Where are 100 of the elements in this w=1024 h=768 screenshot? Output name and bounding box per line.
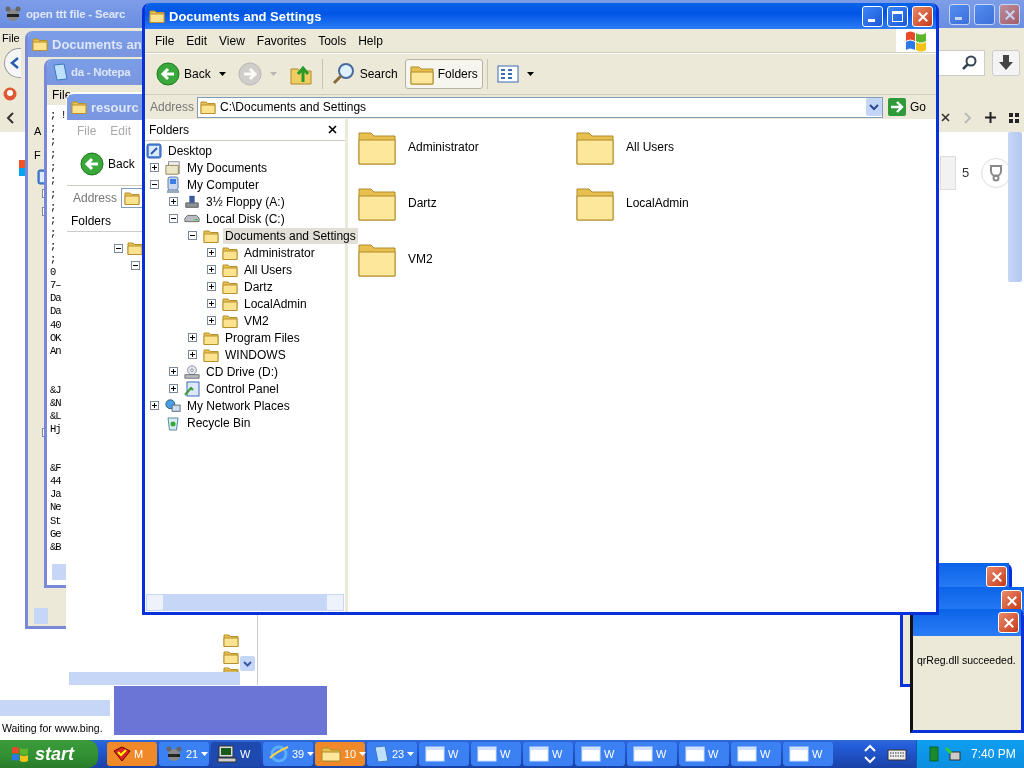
text-line: ; [50,253,56,267]
window-title: Documents an [52,36,142,52]
tree-item[interactable]: My Network Places [185,397,292,414]
folder-icon [222,262,238,277]
vertical-scrollbar[interactable] [1008,132,1022,282]
grid-icon [1009,113,1019,123]
text-line: St [50,514,61,528]
start-button[interactable]: start [0,740,98,768]
text-line: &J [50,383,61,397]
back-icon [156,62,180,86]
text-line: An [50,344,61,358]
search-button[interactable]: Search [326,58,403,90]
pane-title: Folders [149,122,189,137]
address-label: Address [150,100,195,114]
tree-item[interactable]: WINDOWS [223,346,288,363]
text-line: ; [50,239,56,254]
folders-button[interactable]: Folders [404,59,483,89]
tree-item[interactable]: Administrator [242,244,317,261]
address-field[interactable]: C:\Documents and Settings [197,96,883,118]
status-text: Waiting for www.bing. [2,722,103,734]
menu-item[interactable]: View [213,29,251,52]
text-line: 44 [50,475,61,489]
tree-item[interactable]: Control Panel [204,380,281,397]
scroll-down-button[interactable] [240,656,255,671]
folder-item[interactable]: LocalAdmin [624,195,691,211]
taskbar-button[interactable]: W [523,742,573,766]
duck-icon [3,87,17,101]
text-line: ; ! [50,109,66,123]
taskbar-button[interactable]: W [471,742,521,766]
horizontal-scrollbar[interactable] [146,594,344,611]
menu-item[interactable]: File [2,32,20,44]
taskbar-button[interactable]: W [783,742,833,766]
taskbar-button[interactable]: W [575,742,625,766]
minimize-button[interactable] [862,5,883,27]
folder-item[interactable]: All Users [624,139,676,155]
logo-icon [19,160,25,176]
tree-item[interactable]: Recycle Bin [185,414,253,431]
new-tab-button[interactable] [985,112,996,123]
folder-item[interactable]: Dartz [406,195,439,211]
cd-drive-icon [184,363,200,380]
maximize-button[interactable] [887,5,908,27]
chevron-down-icon [243,660,252,667]
caret-icon [526,72,534,76]
chevron-left-icon [6,112,14,124]
recycle-bin-icon [165,414,181,431]
horizontal-scrollbar[interactable] [0,700,110,716]
menu-item[interactable]: Tools [312,29,353,52]
taskbar-button[interactable]: 23 [367,742,417,766]
text-line: &F [50,462,61,476]
tree-item[interactable]: Program Files [223,329,302,346]
menu-item[interactable]: Help [352,29,389,52]
menu-item[interactable]: Edit [180,29,214,52]
taskbar-button[interactable]: 21 [159,742,209,766]
go-arrow-icon [888,98,906,116]
tree-item[interactable]: Dartz [242,278,275,295]
horizontal-scrollbar[interactable] [69,672,240,685]
taskbar-button[interactable]: 39 [263,742,313,766]
text-line: Da [50,292,61,306]
folder-item[interactable]: VM2 [406,251,435,267]
trophy-button[interactable] [981,158,1011,188]
card-background [940,156,956,190]
tree-item[interactable]: VM2 [242,312,271,329]
folder-icon [127,241,143,255]
folder-item[interactable]: Administrator [406,139,481,155]
drive-icon [184,193,200,210]
tree-item[interactable]: My Computer [185,176,262,193]
back-button[interactable]: Back [151,58,231,90]
taskbar-button[interactable]: W [419,742,469,766]
documents-icon [165,159,181,176]
tree-item[interactable]: 3½ Floppy (A:) [204,193,287,210]
back-icon [80,152,104,176]
close-button[interactable] [326,123,339,136]
menu-item[interactable]: Favorites [250,29,313,52]
menu-item[interactable]: File [149,29,181,52]
windows-logo [10,745,30,763]
network-icon [165,397,181,414]
tree-item[interactable]: CD Drive (D:) [204,363,280,380]
taskbar-button[interactable]: W [679,742,729,766]
back-button[interactable] [4,48,21,78]
window-icon [633,746,653,762]
go-button[interactable]: Go [886,98,936,116]
tree-item[interactable]: LocalAdmin [242,295,309,312]
tree-item[interactable]: My Documents [185,159,270,176]
folder-icon [223,633,239,647]
tree-item[interactable]: Documents and Settings [223,227,358,244]
tree-item[interactable]: All Users [242,261,294,278]
tree-item[interactable]: Desktop [166,142,215,159]
download-button[interactable] [992,50,1020,76]
caret-icon [359,752,367,756]
taskbar-button[interactable]: W [211,742,261,766]
folders-icon [409,63,434,85]
tree-item[interactable]: Local Disk (C:) [204,210,287,227]
text-line: Ne [50,501,61,515]
taskbar-button[interactable]: W [627,742,677,766]
text-line: Da [50,305,61,319]
window-icon [477,746,497,762]
taskbar-button[interactable]: W [731,742,781,766]
window-icon [789,746,809,762]
minimize-button[interactable] [949,3,970,25]
folder-icon [71,100,87,114]
